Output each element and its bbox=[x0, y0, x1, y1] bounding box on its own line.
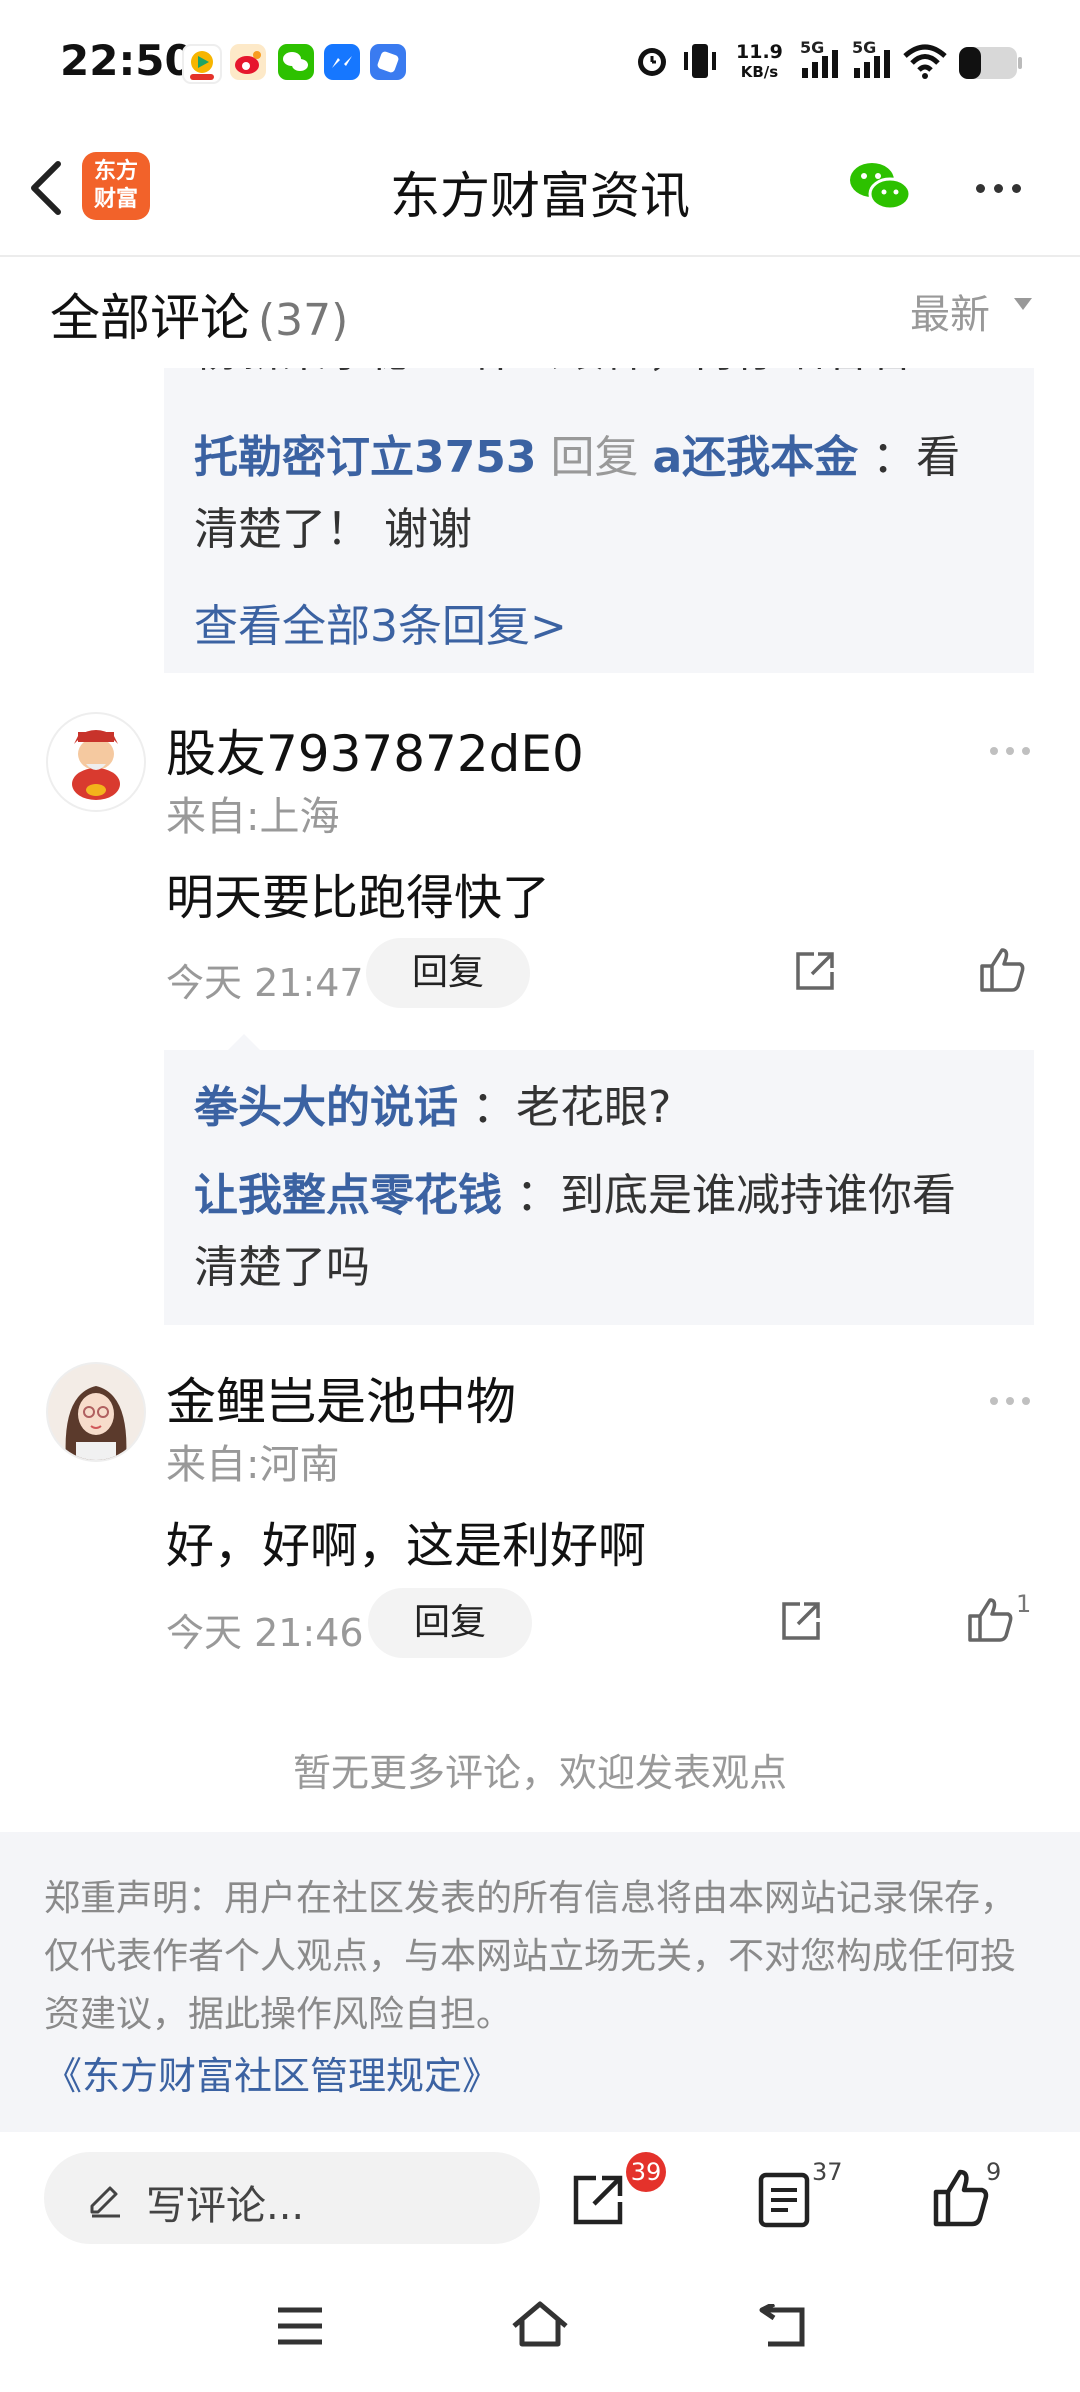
reply-text-cont: 清楚了！ 谢谢 bbox=[194, 504, 472, 555]
comment-location: 来自:上海 bbox=[166, 794, 340, 840]
reply-item: 托勒密订立3753 回复 a还我本金 ：看 清楚了！ 谢谢 bbox=[194, 422, 1014, 566]
reply-keyword: 回复 bbox=[550, 432, 639, 483]
comments-title: 全部评论 bbox=[50, 289, 250, 347]
signal-sim2-icon: 5G bbox=[852, 38, 894, 84]
like-icon[interactable] bbox=[978, 946, 1028, 996]
reply-partial-line: 杨新某尔德 ：什么眼神，再仔细看看 bbox=[194, 368, 912, 388]
likes-count-label: 9 bbox=[986, 2158, 1002, 2186]
vibrate-icon bbox=[680, 42, 720, 84]
comment-location: 来自:河南 bbox=[166, 1442, 340, 1488]
like-count: 1 bbox=[1016, 1590, 1032, 1618]
comment-more-icon[interactable] bbox=[990, 740, 1038, 759]
share-icon[interactable] bbox=[570, 2172, 626, 2232]
sim1-label: 5G bbox=[800, 38, 825, 57]
community-rules-link[interactable]: 《东方财富社区管理规定》 bbox=[44, 2045, 500, 2100]
net-speed-unit: KB/s bbox=[740, 63, 779, 81]
reply-username[interactable]: 拳头大的说话 bbox=[194, 1082, 458, 1133]
sort-caret-icon[interactable] bbox=[1014, 298, 1032, 310]
reply-item: 让我整点零花钱 ：到底是谁减持谁你看 清楚了吗 bbox=[194, 1160, 1014, 1304]
weibo-icon bbox=[230, 44, 266, 80]
comment-username[interactable]: 股友7937872dE0 bbox=[166, 714, 584, 786]
messenger-icon bbox=[324, 44, 360, 80]
reply-button[interactable]: 回复 bbox=[366, 938, 530, 1008]
status-time: 22:50 bbox=[60, 36, 194, 85]
disclaimer-text: 郑重声明：用户在社区发表的所有信息将由本网站记录保存，仅代表作者个人观点，与本网… bbox=[44, 1878, 1017, 2035]
share-comment-icon[interactable] bbox=[792, 948, 842, 998]
comments-count: (37) bbox=[258, 295, 349, 346]
signal-sim1-icon: 5G bbox=[800, 38, 842, 84]
back-nav-icon[interactable] bbox=[756, 2301, 806, 2352]
comment-input-placeholder[interactable]: 写评论... bbox=[146, 2173, 304, 2231]
more-options-icon[interactable] bbox=[976, 178, 1030, 197]
net-speed: 11.9 KB/s bbox=[736, 42, 783, 82]
reply-item: 拳头大的说话 ：老花眼? bbox=[194, 1072, 1014, 1144]
reply-text: ：老花眼? bbox=[472, 1082, 672, 1133]
share-count-badge: 39 bbox=[626, 2152, 666, 2192]
comment-text: 明天要比跑得快了 bbox=[166, 870, 551, 926]
page-title: 东方财富资讯 bbox=[390, 167, 690, 225]
battery-icon bbox=[958, 46, 1022, 84]
pencil-icon bbox=[86, 2180, 124, 2222]
sim2-label: 5G bbox=[852, 38, 877, 57]
status-bar: 22:50 11.9 KB/s 5G 5G bbox=[0, 0, 1080, 130]
comments-count-label: 37 bbox=[812, 2158, 843, 2186]
reply-username[interactable]: 让我整点零花钱 bbox=[194, 1170, 502, 1221]
wechat-icon bbox=[278, 44, 314, 80]
like-article-icon[interactable] bbox=[932, 2168, 990, 2232]
video-app-icon bbox=[182, 44, 222, 84]
wifi-icon bbox=[902, 44, 948, 84]
reply-text-cont: 清楚了吗 bbox=[194, 1242, 370, 1293]
home-icon[interactable] bbox=[510, 2300, 570, 2352]
sort-dropdown[interactable]: 最新 bbox=[910, 282, 990, 340]
avatar[interactable] bbox=[46, 712, 146, 812]
comment-text: 好，好啊，这是利好啊 bbox=[166, 1518, 647, 1574]
comment-time: 今天 21:47 bbox=[166, 961, 364, 1005]
like-icon[interactable] bbox=[966, 1596, 1016, 1646]
comment-username[interactable]: 金鲤岂是池中物 bbox=[166, 1362, 516, 1434]
alarm-icon bbox=[632, 40, 672, 84]
wechat-share-icon[interactable] bbox=[848, 160, 912, 214]
avatar[interactable] bbox=[46, 1362, 146, 1462]
view-all-replies-link[interactable]: 查看全部3条回复> bbox=[194, 590, 567, 654]
net-speed-value: 11.9 bbox=[736, 41, 783, 63]
comment-time: 今天 21:46 bbox=[166, 1611, 364, 1655]
reply-username[interactable]: 托勒密订立3753 bbox=[194, 432, 536, 483]
comments-list-icon[interactable] bbox=[758, 2172, 810, 2232]
share-comment-icon[interactable] bbox=[778, 1598, 828, 1648]
menu-icon[interactable] bbox=[276, 2306, 324, 2350]
reply-box-pointer bbox=[228, 1034, 260, 1050]
reply-target-username[interactable]: a还我本金 bbox=[652, 432, 858, 483]
comment-more-icon[interactable] bbox=[990, 1390, 1038, 1409]
reply-text: ：看 bbox=[872, 432, 961, 483]
browser-icon bbox=[370, 44, 406, 80]
reply-text: ：到底是谁减持谁你看 bbox=[516, 1170, 956, 1221]
no-more-comments: 暂无更多评论，欢迎发表观点 bbox=[292, 1751, 787, 1795]
reply-button[interactable]: 回复 bbox=[368, 1588, 532, 1658]
comments-header: 全部评论 (37) bbox=[50, 278, 348, 350]
